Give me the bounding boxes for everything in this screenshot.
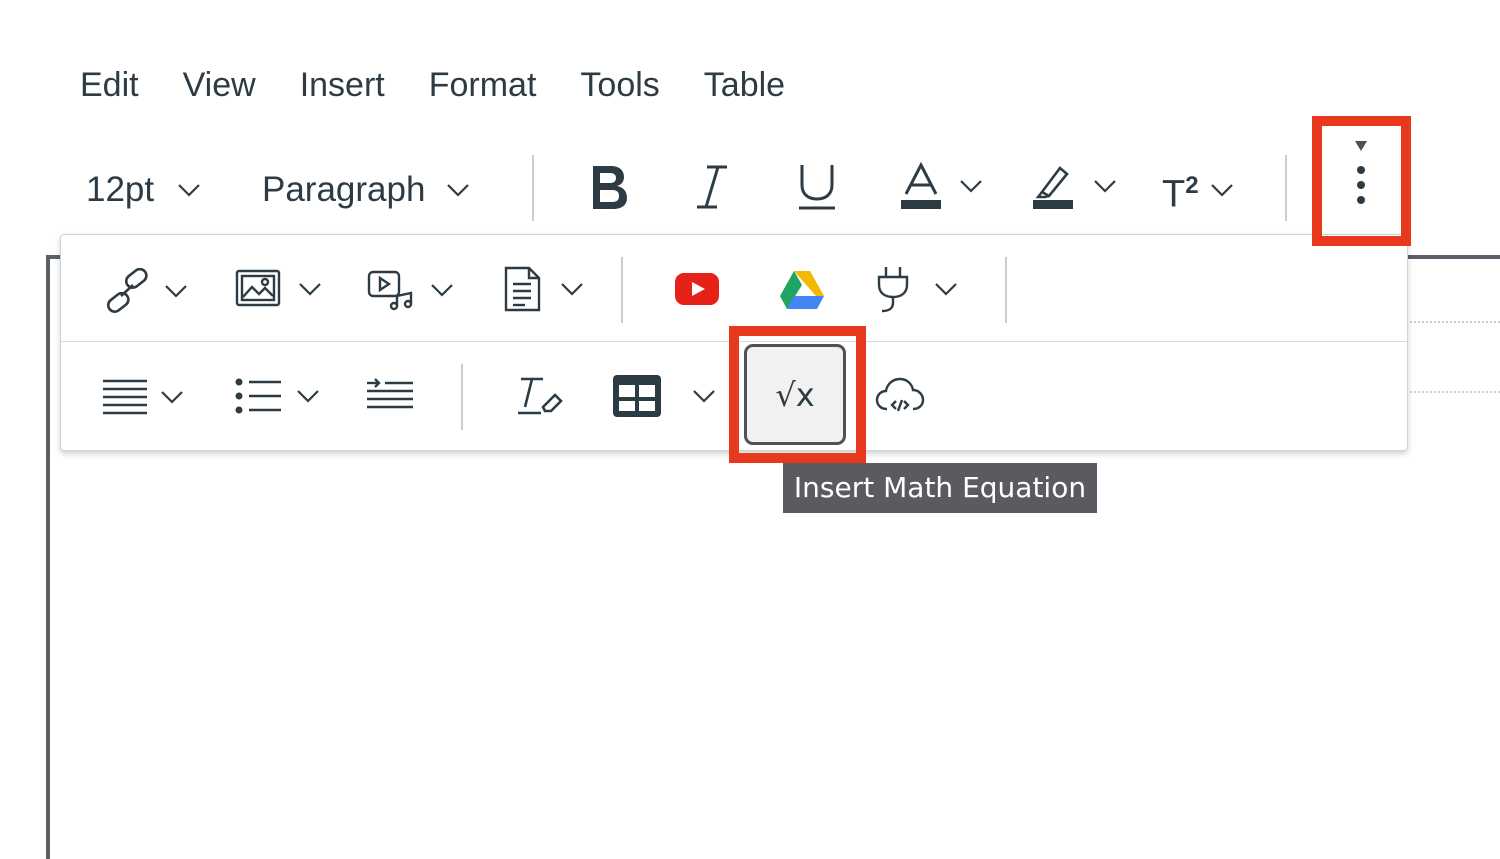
google-drive-icon bbox=[780, 271, 824, 309]
font-size-value: 12pt bbox=[86, 170, 155, 209]
menu-format[interactable]: Format bbox=[429, 62, 537, 108]
text-color-icon bbox=[901, 162, 941, 209]
chevron-down-icon bbox=[1210, 184, 1233, 197]
table-dropdown[interactable] bbox=[613, 375, 717, 417]
menubar: Edit View Insert Format Tools Table bbox=[80, 62, 829, 108]
superscript-exponent: 2 bbox=[1185, 172, 1199, 199]
cloud-embed-button[interactable] bbox=[875, 375, 925, 415]
highlight-color-dropdown[interactable] bbox=[1032, 162, 1118, 210]
menu-table[interactable]: Table bbox=[704, 62, 785, 108]
superscript-dropdown[interactable]: T2 bbox=[1162, 164, 1235, 217]
bold-icon bbox=[593, 166, 627, 209]
chevron-down-icon bbox=[447, 184, 470, 197]
menu-insert[interactable]: Insert bbox=[300, 62, 385, 108]
plugin-icon bbox=[877, 267, 909, 313]
underline-icon bbox=[799, 165, 835, 210]
table-icon bbox=[613, 375, 661, 417]
chevron-down-icon bbox=[935, 283, 957, 296]
underline-button[interactable] bbox=[797, 162, 837, 212]
bold-button[interactable] bbox=[587, 162, 631, 212]
indent-button[interactable] bbox=[367, 378, 413, 412]
youtube-button[interactable] bbox=[675, 273, 719, 305]
chevron-down-icon bbox=[178, 184, 200, 197]
link-dropdown[interactable] bbox=[103, 268, 189, 314]
link-icon bbox=[106, 268, 148, 313]
chevron-down-icon bbox=[299, 283, 321, 296]
math-equation-highlight-box bbox=[729, 326, 866, 463]
more-options-highlight-box bbox=[1312, 116, 1411, 246]
text-color-dropdown[interactable] bbox=[900, 162, 984, 210]
editor-guide-line bbox=[1406, 391, 1500, 393]
document-icon bbox=[504, 266, 541, 312]
editor-guide-line bbox=[1406, 321, 1500, 323]
image-icon bbox=[235, 269, 281, 307]
chevron-down-icon bbox=[165, 285, 187, 298]
image-dropdown[interactable] bbox=[235, 269, 323, 309]
plugins-dropdown[interactable] bbox=[873, 265, 959, 313]
indent-icon bbox=[367, 378, 413, 409]
tooltip: Insert Math Equation bbox=[783, 463, 1097, 513]
clear-formatting-icon bbox=[518, 377, 563, 415]
block-format-value: Paragraph bbox=[262, 170, 426, 209]
menu-view[interactable]: View bbox=[183, 62, 256, 108]
chevron-down-icon bbox=[1094, 180, 1116, 193]
align-icon bbox=[103, 379, 147, 415]
toolbar-divider bbox=[1005, 257, 1007, 323]
menu-edit[interactable]: Edit bbox=[80, 62, 139, 108]
chevron-down-icon bbox=[297, 390, 319, 403]
chevron-down-icon bbox=[693, 390, 715, 403]
align-dropdown[interactable] bbox=[103, 377, 185, 417]
list-dropdown[interactable] bbox=[235, 377, 321, 415]
cloud-embed-icon bbox=[875, 377, 925, 412]
chevron-down-icon bbox=[960, 180, 982, 193]
chevron-down-icon bbox=[161, 391, 183, 404]
superscript-icon: T2 bbox=[1162, 164, 1199, 217]
media-icon bbox=[367, 270, 413, 311]
font-size-dropdown[interactable]: 12pt bbox=[86, 168, 202, 212]
toolbar-divider bbox=[621, 257, 623, 323]
clear-formatting-button[interactable] bbox=[515, 375, 563, 417]
youtube-icon bbox=[675, 273, 719, 305]
media-dropdown[interactable] bbox=[367, 268, 455, 312]
italic-icon bbox=[697, 165, 727, 209]
highlight-icon bbox=[1033, 166, 1073, 209]
chevron-down-icon bbox=[561, 283, 583, 296]
document-dropdown[interactable] bbox=[503, 265, 585, 313]
toolbar-divider bbox=[461, 364, 463, 430]
list-icon bbox=[235, 378, 281, 414]
toolbar-divider bbox=[532, 155, 534, 221]
main-toolbar: 12pt Paragraph T2 bbox=[0, 140, 1500, 240]
superscript-label: T bbox=[1162, 173, 1186, 216]
toolbar-divider bbox=[1285, 155, 1287, 221]
chevron-down-icon bbox=[431, 284, 453, 297]
italic-button[interactable] bbox=[695, 164, 729, 210]
block-format-dropdown[interactable]: Paragraph bbox=[262, 168, 471, 212]
google-drive-button[interactable] bbox=[779, 269, 825, 309]
menu-tools[interactable]: Tools bbox=[580, 62, 659, 108]
